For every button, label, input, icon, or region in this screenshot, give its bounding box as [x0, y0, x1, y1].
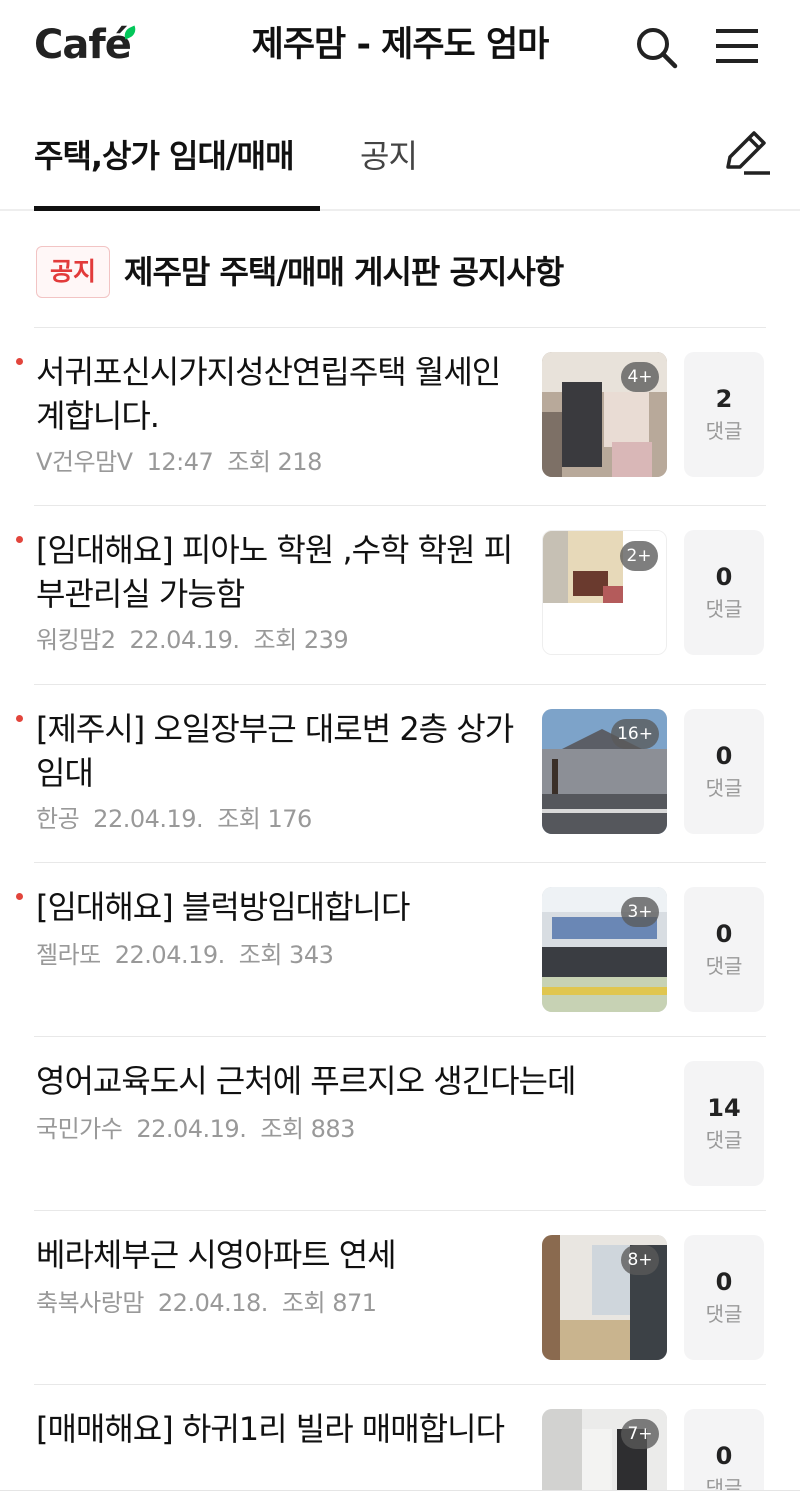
post-thumbnail[interactable]: 16+ [542, 709, 667, 834]
post-item[interactable]: [임대해요] 블럭방임대합니다 젤라또 22.04.19. 조회 343 3+ 0 … [16, 863, 766, 1037]
post-title[interactable]: [제주시] 오일장부근 대로변 2층 상가 임대 [36, 707, 516, 795]
post-meta: 워킹맘2 22.04.19. 조회 239 [36, 624, 362, 656]
post-thumbnail[interactable]: 8+ [542, 1235, 667, 1360]
post-title[interactable]: 베라체부근 시영아파트 연세 [36, 1233, 516, 1277]
tab-rental-sale[interactable]: 주택,상가 임대/매매 [34, 135, 295, 177]
post-item[interactable]: 베라체부근 시영아파트 연세 축복사랑맘 22.04.18. 조회 871 8+ 0… [34, 1211, 766, 1385]
comment-count: 0 [715, 563, 733, 591]
post-views: 조회 871 [281, 1289, 377, 1317]
hamburger-menu-icon[interactable] [712, 24, 762, 70]
photo-count-badge: 7+ [621, 1419, 659, 1449]
post-views: 조회 239 [253, 626, 349, 654]
comment-label: 댓글 [705, 597, 743, 621]
pencil-icon[interactable] [720, 127, 772, 179]
post-views: 조회 176 [217, 805, 312, 833]
comment-count: 2 [715, 385, 733, 413]
post-title[interactable]: [임대해요] 블럭방임대합니다 [36, 885, 516, 929]
photo-count-badge: 2+ [620, 541, 658, 571]
post-views: 조회 218 [227, 448, 322, 476]
post-views: 조회 883 [260, 1115, 355, 1143]
post-author: 한공 [36, 805, 80, 833]
comment-count: 0 [715, 920, 733, 948]
post-time: 12:47 [146, 448, 214, 476]
cafe-logo[interactable]: Café [34, 20, 144, 70]
notice-title[interactable]: 제주맘 주택/매매 게시판 공지사항 [124, 250, 564, 294]
new-post-dot [16, 358, 23, 365]
post-title[interactable]: [임대해요] 피아노 학원 ,수학 학원 피부관리실 가능함 [36, 528, 516, 616]
comment-box[interactable]: 0 댓글 [684, 887, 764, 1012]
board-tabs: 주택,상가 임대/매매 공지 [0, 95, 800, 211]
post-author: 축복사랑맘 [36, 1289, 144, 1317]
search-icon[interactable] [632, 24, 682, 70]
comment-label: 댓글 [705, 419, 743, 443]
post-meta: 국민가수 22.04.19. 조회 883 [36, 1113, 369, 1145]
post-meta: V건우맘V 12:47 조회 218 [36, 446, 336, 478]
post-meta: 축복사랑맘 22.04.18. 조회 871 [36, 1287, 391, 1319]
new-post-dot [16, 536, 23, 543]
comment-box[interactable]: 2 댓글 [684, 352, 764, 477]
new-post-dot [16, 893, 23, 900]
post-time: 22.04.19. [129, 626, 241, 654]
photo-count-badge: 8+ [621, 1245, 659, 1275]
post-author: 국민가수 [36, 1115, 123, 1143]
photo-count-badge: 16+ [611, 719, 659, 749]
comment-count: 14 [707, 1094, 741, 1122]
comment-count: 0 [715, 1268, 733, 1296]
post-thumbnail[interactable]: 3+ [542, 887, 667, 1012]
post-item[interactable]: 영어교육도시 근처에 푸르지오 생긴다는데 국민가수 22.04.19. 조회 88… [34, 1037, 766, 1211]
post-time: 22.04.19. [93, 805, 204, 833]
post-meta: 한공 22.04.19. 조회 176 [36, 803, 326, 835]
post-title[interactable]: 서귀포신시가지성산연립주택 월세인계합니다. [36, 350, 516, 438]
notice-badge: 공지 [36, 246, 110, 298]
comment-label: 댓글 [705, 1128, 743, 1152]
post-item[interactable]: [임대해요] 피아노 학원 ,수학 학원 피부관리실 가능함 워킹맘2 22.04… [16, 506, 766, 685]
post-item[interactable]: 서귀포신시가지성산연립주택 월세인계합니다. V건우맘V 12:47 조회 218 … [16, 328, 766, 506]
tab-notice[interactable]: 공지 [360, 135, 418, 177]
post-author: 젤라또 [36, 941, 101, 969]
new-post-dot [16, 715, 23, 722]
post-author: V건우맘V [36, 448, 133, 476]
photo-count-badge: 4+ [621, 362, 659, 392]
comment-label: 댓글 [705, 776, 743, 800]
cafe-title[interactable]: 제주맘 - 제주도 엄마 [200, 22, 600, 68]
logo-text: Café [34, 22, 132, 68]
post-time: 22.04.19. [114, 941, 226, 969]
active-tab-indicator [34, 206, 320, 211]
app-header: Café 제주맘 - 제주도 엄마 [0, 0, 800, 95]
comment-count: 0 [715, 742, 733, 770]
post-time: 22.04.18. [157, 1289, 269, 1317]
bottom-bar [0, 1490, 800, 1511]
post-views: 조회 343 [238, 941, 334, 969]
comment-label: 댓글 [705, 954, 743, 978]
post-thumbnail[interactable]: 4+ [542, 352, 667, 477]
post-time: 22.04.19. [136, 1115, 247, 1143]
comment-box[interactable]: 0 댓글 [684, 1235, 764, 1360]
comment-box[interactable]: 0 댓글 [684, 530, 764, 655]
post-title[interactable]: [매매해요] 하귀1리 빌라 매매합니다 [36, 1407, 516, 1451]
post-meta: 젤라또 22.04.19. 조회 343 [36, 939, 347, 971]
post-thumbnail[interactable]: 2+ [542, 530, 667, 655]
comment-count: 0 [715, 1442, 733, 1470]
comment-box[interactable]: 0 댓글 [684, 709, 764, 834]
post-title[interactable]: 영어교육도시 근처에 푸르지오 생긴다는데 [36, 1059, 656, 1103]
post-item[interactable]: [제주시] 오일장부근 대로변 2층 상가 임대 한공 22.04.19. 조회 1… [16, 685, 766, 863]
notice-row[interactable]: 공지 제주맘 주택/매매 게시판 공지사항 [34, 212, 766, 328]
comment-box[interactable]: 14 댓글 [684, 1061, 764, 1186]
post-author: 워킹맘2 [36, 626, 116, 654]
photo-count-badge: 3+ [621, 897, 659, 927]
comment-label: 댓글 [705, 1302, 743, 1326]
